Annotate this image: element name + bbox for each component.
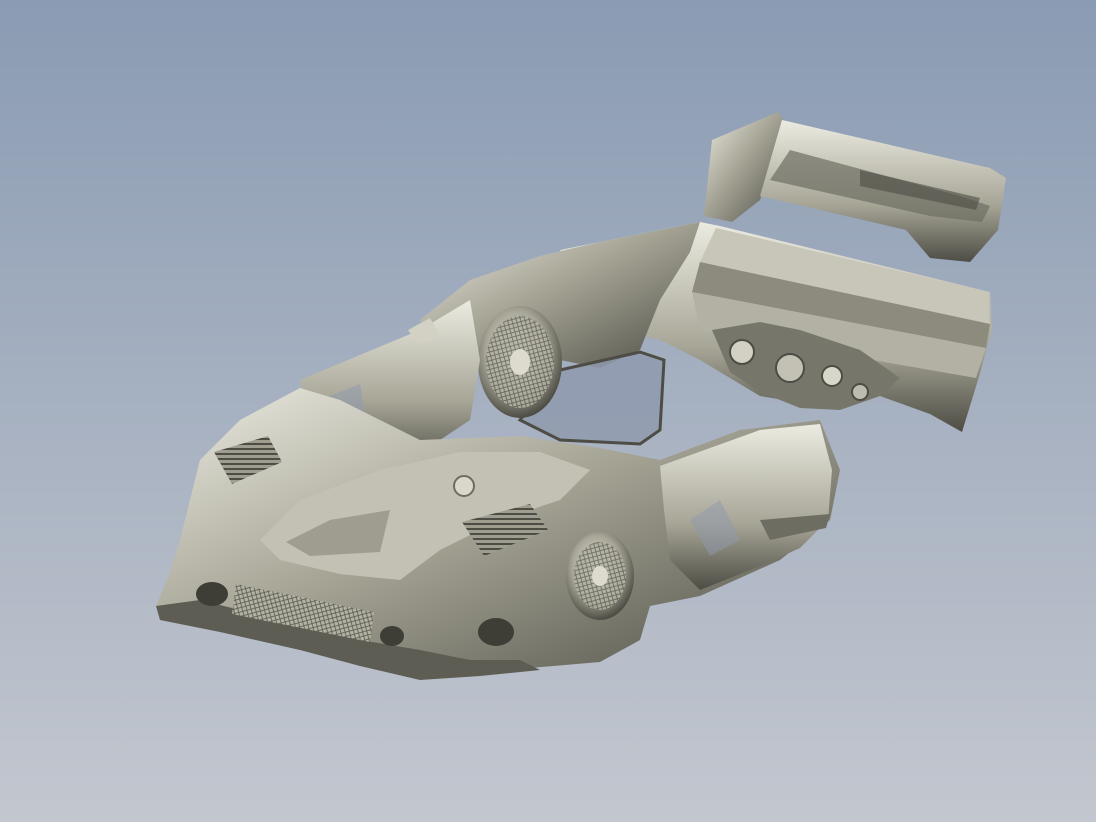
viewport-canvas[interactable] (0, 0, 1096, 822)
right-intake (478, 618, 514, 646)
rear-wheel (478, 306, 562, 418)
3d-viewport[interactable] (0, 0, 1096, 822)
left-intake (196, 582, 228, 606)
front-wheel (566, 532, 634, 620)
